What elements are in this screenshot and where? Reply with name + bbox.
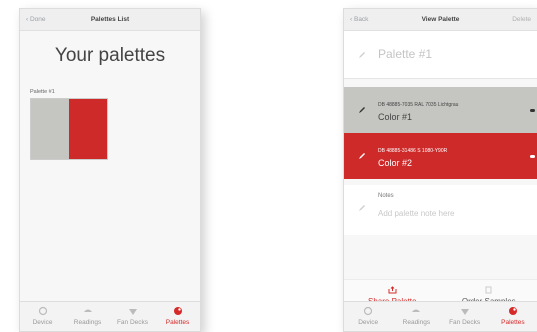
drag-handle[interactable] [530, 155, 535, 158]
tab-fan-decks-label: Fan Decks [116, 319, 149, 326]
pencil-icon [359, 107, 365, 113]
samples-icon [485, 286, 492, 294]
share-icon [388, 286, 397, 294]
tab-fan-decks[interactable]: Fan Decks [441, 302, 489, 331]
tab-palettes[interactable]: Palettes [489, 302, 537, 331]
color-code: DB 48885-31486 S 1080-Y90R [378, 148, 448, 154]
color-name: Color #2 [378, 158, 413, 168]
fan-decks-icon [460, 309, 469, 315]
drag-handle[interactable] [530, 109, 535, 112]
notes-label: Notes [378, 193, 394, 199]
readings-icon [412, 309, 421, 312]
readings-icon [83, 309, 92, 312]
tab-readings-label: Readings [73, 319, 102, 326]
color-code: DB 48885-7035 RAL 7035 Lichtgrau [378, 102, 459, 108]
palette-label: Palette #1 [30, 89, 55, 95]
tab-fan-decks[interactable]: Fan Decks [110, 302, 155, 331]
tab-bar: Device Readings Fan Decks Palettes [344, 301, 537, 331]
pencil-icon [359, 153, 365, 159]
swatch-gray [31, 99, 69, 159]
nav-bar: ‹ Done Palettes List [20, 9, 200, 31]
tab-device[interactable]: Device [344, 302, 392, 331]
tab-palettes-label: Palettes [501, 319, 525, 326]
tab-device[interactable]: Device [20, 302, 65, 331]
view-palette-screen: ‹ Back View Palette Delete Palette #1 DB… [343, 8, 537, 332]
tab-readings-label: Readings [402, 319, 431, 326]
palettes-icon [508, 307, 517, 315]
tab-palettes[interactable]: Palettes [155, 302, 200, 331]
palette-card[interactable] [30, 98, 108, 160]
fan-decks-icon [128, 309, 137, 315]
color-row-2[interactable]: DB 48885-31486 S 1080-Y90R Color #2 [344, 133, 537, 179]
tab-bar: Device Readings Fan Decks Palettes [20, 301, 200, 331]
nav-title: View Palette [421, 16, 460, 23]
tab-palettes-label: Palettes [165, 319, 190, 326]
notes-placeholder: Add palette note here [378, 209, 455, 218]
color-row-1[interactable]: DB 48885-7035 RAL 7035 Lichtgrau Color #… [344, 87, 537, 133]
palette-name: Palette #1 [378, 47, 433, 61]
device-icon [38, 306, 47, 316]
swatch-red [69, 99, 107, 159]
nav-title: Palettes List [90, 16, 130, 23]
delete-button[interactable]: Delete [512, 16, 531, 23]
palette-name-row[interactable]: Palette #1 [344, 31, 537, 79]
tab-readings[interactable]: Readings [65, 302, 110, 331]
color-name: Color #1 [378, 112, 413, 122]
tab-fan-decks-label: Fan Decks [449, 319, 481, 326]
nav-bar: ‹ Back View Palette Delete [344, 9, 537, 31]
palettes-list-screen: ‹ Done Palettes List Your palettes Palet… [19, 8, 201, 332]
pencil-icon [359, 52, 365, 58]
page-title: Your palettes [54, 45, 166, 66]
tab-device-label: Device [358, 319, 379, 326]
device-icon [364, 306, 373, 316]
palettes-icon [173, 307, 182, 315]
tab-readings[interactable]: Readings [392, 302, 440, 331]
tab-device-label: Device [32, 319, 53, 326]
notes-row[interactable]: Notes Add palette note here [344, 185, 537, 235]
pencil-icon [359, 205, 365, 211]
